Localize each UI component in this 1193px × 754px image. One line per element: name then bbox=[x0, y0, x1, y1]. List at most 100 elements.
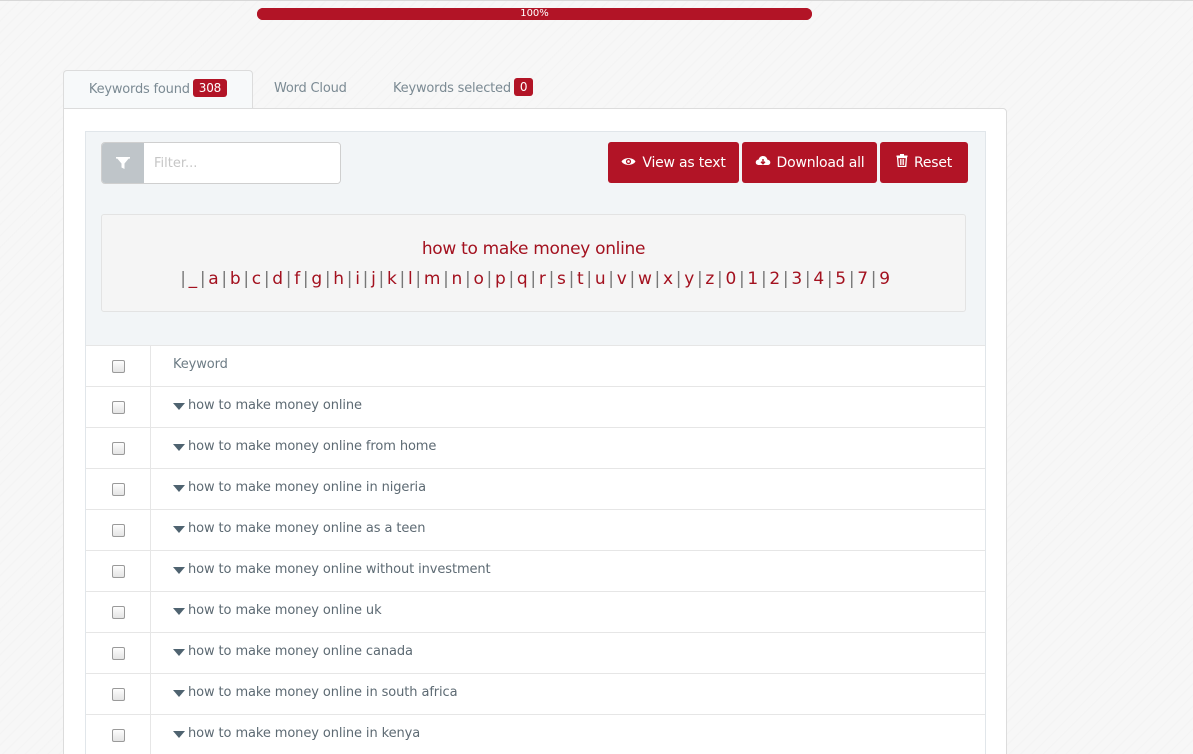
keywords-panel: View as text Download all bbox=[63, 108, 1007, 754]
letter-link[interactable]: a bbox=[208, 269, 218, 289]
download-all-label: Download all bbox=[776, 154, 865, 171]
keyword-text: how to make money online in kenya bbox=[188, 726, 421, 741]
funnel-icon bbox=[102, 143, 144, 183]
tab-keywords-selected[interactable]: Keywords selected 0 bbox=[393, 70, 534, 108]
letter-link[interactable]: 7 bbox=[857, 269, 868, 289]
letter-link[interactable]: 2 bbox=[769, 269, 780, 289]
letter-link[interactable]: 3 bbox=[791, 269, 802, 289]
letter-separator: | bbox=[346, 269, 353, 289]
page: 100% Keywords found 308 Word Cloud Keywor… bbox=[0, 0, 1193, 754]
caret-down-icon[interactable] bbox=[173, 403, 185, 410]
row-checkbox[interactable] bbox=[111, 687, 125, 701]
row-checkbox[interactable] bbox=[111, 605, 125, 619]
keyword-cell[interactable]: how to make money online in nigeria bbox=[151, 469, 426, 509]
select-all-checkbox[interactable] bbox=[111, 359, 125, 373]
keyword-cell[interactable]: how to make money online in kenya bbox=[151, 715, 420, 754]
filter-input[interactable] bbox=[144, 143, 340, 183]
letter-separator: | bbox=[530, 269, 536, 289]
row-checkbox[interactable] bbox=[111, 441, 125, 455]
keywords-found-count-badge: 308 bbox=[192, 79, 228, 97]
letter-link[interactable]: 0 bbox=[725, 269, 736, 289]
tab-keywords-found[interactable]: Keywords found 308 bbox=[63, 70, 253, 110]
letter-link[interactable]: j bbox=[371, 269, 376, 289]
keyword-cell[interactable]: how to make money online from home bbox=[151, 428, 436, 468]
letter-separator: | bbox=[696, 269, 703, 289]
letter-link[interactable]: c bbox=[252, 269, 261, 289]
letter-link[interactable]: y bbox=[684, 269, 694, 289]
letter-link[interactable]: g bbox=[311, 269, 322, 289]
letter-link[interactable]: n bbox=[452, 269, 463, 289]
letter-separator: | bbox=[508, 269, 514, 289]
table-row: how to make money online in south africa bbox=[86, 673, 985, 714]
letter-link[interactable]: o bbox=[473, 269, 483, 289]
table-row: how to make money online in nigeria bbox=[86, 468, 985, 509]
row-checkbox[interactable] bbox=[111, 400, 125, 414]
caret-down-icon[interactable] bbox=[173, 690, 185, 697]
letter-link[interactable]: d bbox=[272, 269, 283, 289]
letter-separator: | bbox=[443, 269, 449, 289]
letter-link[interactable]: 5 bbox=[835, 269, 846, 289]
letter-link[interactable]: p bbox=[495, 269, 506, 289]
letter-link[interactable]: w bbox=[638, 269, 652, 289]
letter-link[interactable]: m bbox=[424, 269, 441, 289]
row-checkbox-cell bbox=[86, 469, 151, 509]
caret-down-icon[interactable] bbox=[173, 608, 185, 615]
letter-link[interactable]: z bbox=[705, 269, 714, 289]
keyword-cell[interactable]: how to make money online bbox=[151, 387, 362, 427]
letter-link[interactable]: i bbox=[355, 269, 360, 289]
letter-link[interactable]: x bbox=[663, 269, 673, 289]
keyword-cell[interactable]: how to make money online without investm… bbox=[151, 551, 491, 591]
letter-link[interactable]: k bbox=[387, 269, 397, 289]
tab-word-cloud[interactable]: Word Cloud bbox=[274, 70, 347, 108]
caret-down-icon[interactable] bbox=[173, 485, 185, 492]
keyword-cell[interactable]: how to make money online in south africa bbox=[151, 674, 458, 714]
row-checkbox[interactable] bbox=[111, 564, 125, 578]
table-row: how to make money online in kenya bbox=[86, 714, 985, 754]
view-as-text-label: View as text bbox=[642, 154, 726, 171]
letter-separator: | bbox=[654, 269, 661, 289]
letter-separator: | bbox=[415, 269, 421, 289]
letter-link[interactable]: 9 bbox=[879, 269, 890, 289]
row-checkbox[interactable] bbox=[111, 482, 125, 496]
keyword-cell[interactable]: how to make money online as a teen bbox=[151, 510, 425, 550]
letter-link[interactable]: h bbox=[333, 269, 344, 289]
letter-link[interactable]: v bbox=[617, 269, 627, 289]
letter-link[interactable]: r bbox=[539, 269, 546, 289]
letter-index-query-link[interactable]: how to make money online bbox=[422, 239, 646, 259]
row-checkbox[interactable] bbox=[111, 728, 125, 742]
eye-icon bbox=[621, 155, 636, 171]
letter-separator: | bbox=[285, 269, 292, 289]
letter-link[interactable]: q bbox=[517, 269, 528, 289]
progress-bar: 100% bbox=[257, 8, 812, 20]
letter-separator: | bbox=[221, 269, 227, 289]
letter-separator: | bbox=[782, 269, 789, 289]
letter-link[interactable]: b bbox=[230, 269, 241, 289]
caret-down-icon[interactable] bbox=[173, 649, 185, 656]
row-checkbox[interactable] bbox=[111, 523, 125, 537]
letter-link[interactable]: s bbox=[557, 269, 566, 289]
letter-separator: | bbox=[465, 269, 471, 289]
letter-separator: | bbox=[804, 269, 811, 289]
caret-down-icon[interactable] bbox=[173, 444, 185, 451]
caret-down-icon[interactable] bbox=[173, 731, 185, 738]
caret-down-icon[interactable] bbox=[173, 567, 185, 574]
letter-separator: | bbox=[302, 269, 309, 289]
letter-link[interactable]: u bbox=[595, 269, 606, 289]
reset-label: Reset bbox=[913, 154, 953, 171]
row-checkbox-cell bbox=[86, 551, 151, 591]
table-row: how to make money online without investm… bbox=[86, 550, 985, 591]
trash-icon bbox=[896, 154, 908, 171]
view-as-text-button[interactable]: View as text bbox=[608, 142, 739, 183]
caret-down-icon[interactable] bbox=[173, 526, 185, 533]
letter-separator: | bbox=[180, 269, 186, 289]
row-checkbox[interactable] bbox=[111, 646, 125, 660]
letter-separator: | bbox=[586, 269, 592, 289]
download-all-button[interactable]: Download all bbox=[742, 142, 877, 183]
reset-button[interactable]: Reset bbox=[880, 142, 968, 183]
letter-link[interactable]: _ bbox=[189, 269, 198, 289]
row-checkbox-cell bbox=[86, 715, 151, 754]
letter-link[interactable]: 4 bbox=[813, 269, 824, 289]
keyword-cell[interactable]: how to make money online canada bbox=[151, 633, 413, 673]
letter-link[interactable]: 1 bbox=[747, 269, 758, 289]
keyword-cell[interactable]: how to make money online uk bbox=[151, 592, 382, 632]
